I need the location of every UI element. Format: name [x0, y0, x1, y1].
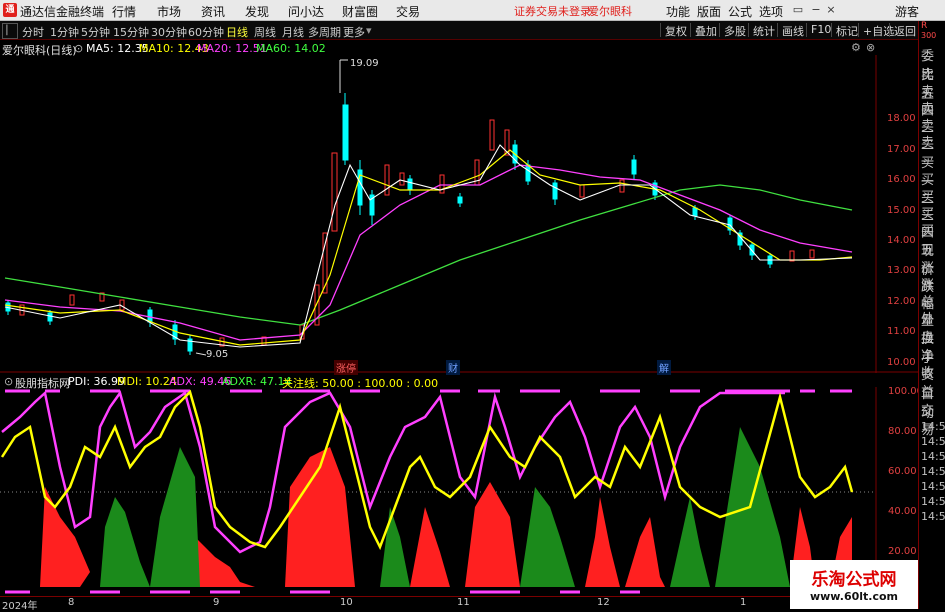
panel-code: 300 [921, 31, 937, 40]
period-30min[interactable]: 30分钟 [151, 24, 187, 40]
stock-link[interactable]: 爱尔眼科 [588, 3, 632, 19]
x-axis: 2024年 8 9 10 11 12 1 [0, 596, 876, 612]
minimize-icon[interactable]: − [808, 2, 824, 17]
menu-gongneng[interactable]: 功能 [666, 3, 690, 20]
ma60-line [4, 184, 853, 326]
chart-settings-icon[interactable]: ⚙ [851, 41, 861, 54]
watermark-title: 乐淘公式网 [811, 570, 897, 590]
tick-time: 14:56 [921, 420, 945, 433]
price-tick: 15.00 [887, 205, 916, 216]
menu-bar: 通 通达信金融终端 行情 市场 资讯 发现 问小达 财富圈 交易 证券交易未登录… [0, 0, 945, 21]
tick-time: 14:56 [921, 480, 945, 493]
tick-time: 14:56 [921, 495, 945, 508]
fullscreen-icon[interactable]: ▭ [790, 2, 806, 17]
marker-zhangting[interactable]: 涨停 [334, 360, 358, 375]
price-tick: 10.00 [887, 357, 916, 368]
menu-zixun[interactable]: 资讯 [201, 3, 225, 20]
period-monthly[interactable]: 月线 [282, 24, 304, 40]
btn-diejia[interactable]: 叠加 [690, 23, 717, 38]
btn-f10[interactable]: F10 [806, 23, 831, 37]
ma10-line [4, 149, 853, 346]
chart-close-icon[interactable]: ⊗ [866, 41, 875, 54]
tick-time: 14:56 [921, 465, 945, 478]
period-weekly[interactable]: 周线 [254, 24, 276, 40]
indicator-tick: 40.00 [888, 506, 917, 517]
x-tick-year: 2024年 [2, 601, 38, 612]
menu-hangqing[interactable]: 行情 [112, 3, 136, 20]
menu-faxian[interactable]: 发现 [245, 3, 269, 20]
period-more[interactable]: 更多 [343, 24, 365, 40]
menu-caifuquan[interactable]: 财富圈 [342, 3, 378, 20]
app-logo-icon: 通 [3, 3, 17, 17]
period-60min[interactable]: 60分钟 [188, 24, 224, 40]
tick-time: 14:56 [921, 450, 945, 463]
period-fenshi[interactable]: 分时 [22, 24, 44, 40]
price-tick: 16.00 [887, 174, 916, 185]
tick-time: 14:56 [921, 435, 945, 448]
x-tick: 12 [597, 597, 610, 608]
candlestick-series [5, 93, 815, 355]
btn-biaoji[interactable]: 标记 [831, 23, 858, 38]
indicator-chart[interactable] [0, 387, 918, 595]
period-15min[interactable]: 15分钟 [113, 24, 149, 40]
menu-banmian[interactable]: 版面 [697, 3, 721, 20]
ma5-line [4, 144, 853, 348]
marker-jie[interactable]: 解 [657, 360, 671, 375]
indicator-tick: 80.00 [888, 426, 917, 437]
indicator-tick: 20.00 [888, 546, 917, 557]
x-tick: 8 [68, 597, 75, 608]
btn-tongji[interactable]: 统计 [748, 23, 775, 38]
x-tick: 11 [457, 597, 470, 608]
panel-top: R [921, 21, 928, 31]
period-daily[interactable]: 日线 [226, 24, 248, 40]
price-tick: 11.00 [887, 326, 916, 337]
ma60-label: MA60: 14.02 [256, 42, 326, 55]
watermark: 乐淘公式网 www.60lt.com [790, 560, 918, 609]
period-multi[interactable]: 多周期 [308, 24, 341, 40]
period-1min[interactable]: 1分钟 [50, 24, 79, 40]
menu-xuanxiang[interactable]: 选项 [759, 3, 783, 20]
menu-shichang[interactable]: 市场 [157, 3, 181, 20]
trade-login-notice[interactable]: 证券交易未登录 [514, 3, 591, 19]
period-toolbar: ▏ 分时 1分钟 5分钟 15分钟 30分钟 60分钟 日线 周线 月线 多周期… [0, 21, 918, 40]
x-tick: 10 [340, 597, 353, 608]
close-icon[interactable]: × [823, 2, 839, 17]
btn-fanhui[interactable]: 返回 [889, 23, 916, 38]
price-tick: 13.00 [887, 265, 916, 276]
btn-fuquan[interactable]: 复权 [660, 23, 687, 38]
menu-gongshi[interactable]: 公式 [728, 3, 752, 20]
app-title: 通达信金融终端 [20, 5, 105, 19]
tick-time: 14:56 [921, 510, 945, 523]
marker-cai[interactable]: 财 [446, 360, 460, 375]
sidebar-toggle-icon[interactable]: ▏ [2, 23, 18, 39]
price-tick: 12.00 [887, 296, 916, 307]
price-tick: 14.00 [887, 235, 916, 246]
menu-wenxiaoda[interactable]: 问小达 [288, 3, 324, 20]
price-tick: 17.00 [887, 144, 916, 155]
price-chart[interactable] [0, 55, 918, 373]
period-5min[interactable]: 5分钟 [81, 24, 110, 40]
quote-panel: R 300 委比 卖五 卖四 卖三 卖二 卖一 买一 买二 买三 买四 买五 现… [918, 21, 945, 609]
price-tick: 18.00 [887, 113, 916, 124]
low-label: 9.05 [206, 349, 229, 360]
btn-huaxian[interactable]: 画线 [777, 23, 804, 38]
chevron-down-icon[interactable]: ▾ [366, 24, 372, 37]
ma20-line [4, 164, 853, 341]
guest-label[interactable]: 游客 [895, 3, 919, 20]
indicator-tick: 60.00 [888, 466, 917, 477]
btn-duogu[interactable]: 多股 [719, 23, 746, 38]
x-tick: 1 [740, 597, 747, 608]
watermark-url: www.60lt.com [809, 590, 899, 603]
menu-jiaoyi[interactable]: 交易 [396, 3, 420, 20]
high-label: 19.09 [350, 58, 379, 69]
settings-gear-icon[interactable]: ⊙ [74, 42, 83, 55]
x-tick: 9 [213, 597, 220, 608]
